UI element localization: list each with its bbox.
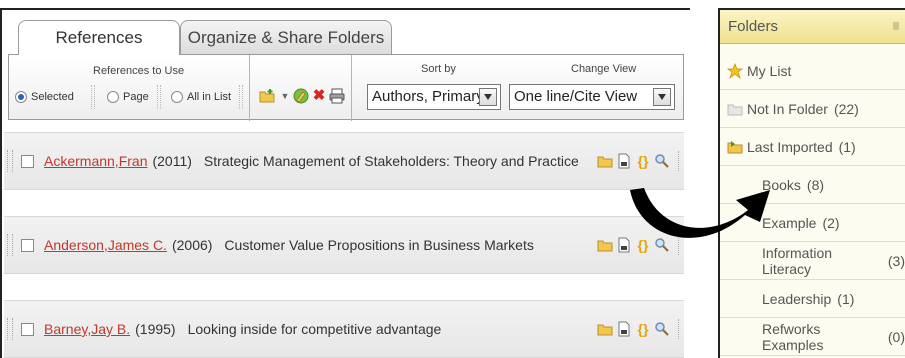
radio-selected-label: Selected bbox=[31, 91, 74, 103]
reference-title: Customer Value Propositions in Business … bbox=[224, 237, 534, 253]
reference-checkbox[interactable] bbox=[21, 322, 34, 336]
separator-grip bbox=[91, 85, 95, 109]
reference-year: (2006) bbox=[171, 237, 213, 253]
references-to-use-label: References to Use bbox=[93, 65, 185, 77]
reference-checkbox[interactable] bbox=[21, 238, 34, 252]
row-grip bbox=[7, 150, 13, 172]
folder-item-count: (3) bbox=[887, 252, 905, 269]
folder-icon[interactable] bbox=[597, 153, 613, 169]
folder-item-count: (1) bbox=[838, 138, 856, 155]
separator-grip bbox=[239, 85, 243, 109]
drag-arrow-icon bbox=[630, 188, 770, 238]
reference-title: Looking inside for competitive advantage bbox=[187, 321, 442, 337]
references-toolbar: References to Use Selected Page All in L… bbox=[8, 54, 684, 121]
attachment-icon[interactable] bbox=[616, 321, 632, 337]
folder-item-refworks-examples[interactable]: Refworks Examples (0) bbox=[720, 318, 905, 356]
row-grip bbox=[7, 318, 13, 340]
folder-item-label: Refworks Examples bbox=[762, 320, 824, 353]
radio-all-label: All in List bbox=[187, 91, 232, 103]
folder-item-leadership[interactable]: Leadership (1) bbox=[720, 280, 905, 318]
attachment-icon[interactable] bbox=[616, 153, 632, 169]
tab-references[interactable]: References bbox=[18, 20, 180, 55]
row-grip-right bbox=[678, 319, 682, 339]
folder-dropdown-chevron-icon[interactable]: ▼ bbox=[277, 88, 293, 104]
toolbar-divider bbox=[351, 55, 352, 121]
reference-row[interactable]: Ackermann,Fran (2011) Strategic Manageme… bbox=[4, 132, 684, 190]
reference-year: (1995) bbox=[135, 321, 176, 337]
sort-by-label: Sort by bbox=[421, 63, 456, 75]
magnifier-icon[interactable] bbox=[654, 153, 670, 169]
folder-gray-icon bbox=[727, 101, 743, 117]
radio-page-indicator[interactable] bbox=[107, 91, 119, 103]
sort-by-value: Authors, Primary bbox=[372, 88, 484, 105]
folder-item-label: Last Imported bbox=[747, 138, 833, 155]
magnifier-icon[interactable] bbox=[654, 321, 670, 337]
add-to-folder-icon[interactable] bbox=[259, 88, 275, 104]
folder-item-count: (8) bbox=[806, 176, 825, 193]
star-icon bbox=[726, 62, 744, 79]
folder-item-not-in-folder[interactable]: Not In Folder (22) bbox=[720, 90, 905, 128]
braces-icon[interactable]: {} bbox=[635, 321, 651, 337]
reference-author-link[interactable]: Anderson,James C. bbox=[44, 237, 167, 253]
folder-item-count: (1) bbox=[837, 290, 855, 307]
folder-import-icon bbox=[727, 139, 743, 155]
folder-item-label: Not In Folder bbox=[747, 100, 828, 117]
change-view-value: One line/Cite View bbox=[514, 88, 638, 105]
folder-icon[interactable] bbox=[597, 321, 613, 337]
tab-organize-share-folders[interactable]: Organize & Share Folders bbox=[180, 20, 392, 54]
chevron-down-icon[interactable] bbox=[479, 88, 497, 106]
folder-item-count: (2) bbox=[822, 214, 840, 231]
reference-checkbox[interactable] bbox=[21, 154, 34, 168]
reference-year: (2011) bbox=[152, 153, 192, 169]
folder-item-count: (0) bbox=[887, 328, 905, 345]
row-grip bbox=[7, 234, 13, 256]
change-view-label: Change View bbox=[571, 63, 637, 75]
radio-all-indicator[interactable] bbox=[171, 91, 183, 103]
print-icon[interactable] bbox=[329, 88, 345, 104]
row-grip-right bbox=[678, 151, 682, 171]
folders-header: Folders bbox=[720, 10, 905, 44]
reference-actions: {} bbox=[597, 321, 670, 337]
reference-title: Strategic Management of Stakeholders: Th… bbox=[203, 153, 579, 169]
toolbar-divider bbox=[249, 55, 250, 121]
folders-title: Folders bbox=[728, 18, 779, 35]
radio-selected[interactable]: Selected bbox=[15, 91, 74, 103]
radio-all-in-list[interactable]: All in List bbox=[171, 91, 231, 103]
radio-page[interactable]: Page bbox=[107, 91, 149, 103]
folder-item-label: My List bbox=[747, 62, 792, 79]
reference-actions: {} bbox=[597, 153, 670, 169]
reference-author-link[interactable]: Ackermann,Fran bbox=[44, 153, 147, 169]
change-view-select[interactable]: One line/Cite View bbox=[509, 84, 675, 110]
radio-page-label: Page bbox=[123, 91, 149, 103]
panel-handle-icon[interactable] bbox=[893, 22, 899, 30]
braces-icon[interactable]: {} bbox=[635, 153, 651, 169]
folder-item-last-imported[interactable]: Last Imported (1) bbox=[720, 128, 905, 166]
reference-row[interactable]: Barney,Jay B. (1995) Looking inside for … bbox=[4, 300, 684, 358]
reference-row[interactable]: Anderson,James C. (2006) Customer Value … bbox=[4, 216, 684, 274]
separator-grip bbox=[157, 85, 161, 109]
edit-globe-icon[interactable] bbox=[293, 88, 309, 104]
sort-by-select[interactable]: Authors, Primary bbox=[367, 84, 501, 110]
delete-icon[interactable]: ✖ bbox=[311, 88, 327, 104]
folder-item-my-list[interactable]: My List bbox=[720, 52, 905, 90]
chevron-down-icon[interactable] bbox=[653, 88, 671, 106]
reference-author-link[interactable]: Barney,Jay B. bbox=[44, 321, 130, 337]
folder-item-label: Leadership bbox=[762, 290, 832, 307]
radio-selected-indicator[interactable] bbox=[15, 91, 27, 103]
folder-item-count: (22) bbox=[833, 100, 859, 117]
